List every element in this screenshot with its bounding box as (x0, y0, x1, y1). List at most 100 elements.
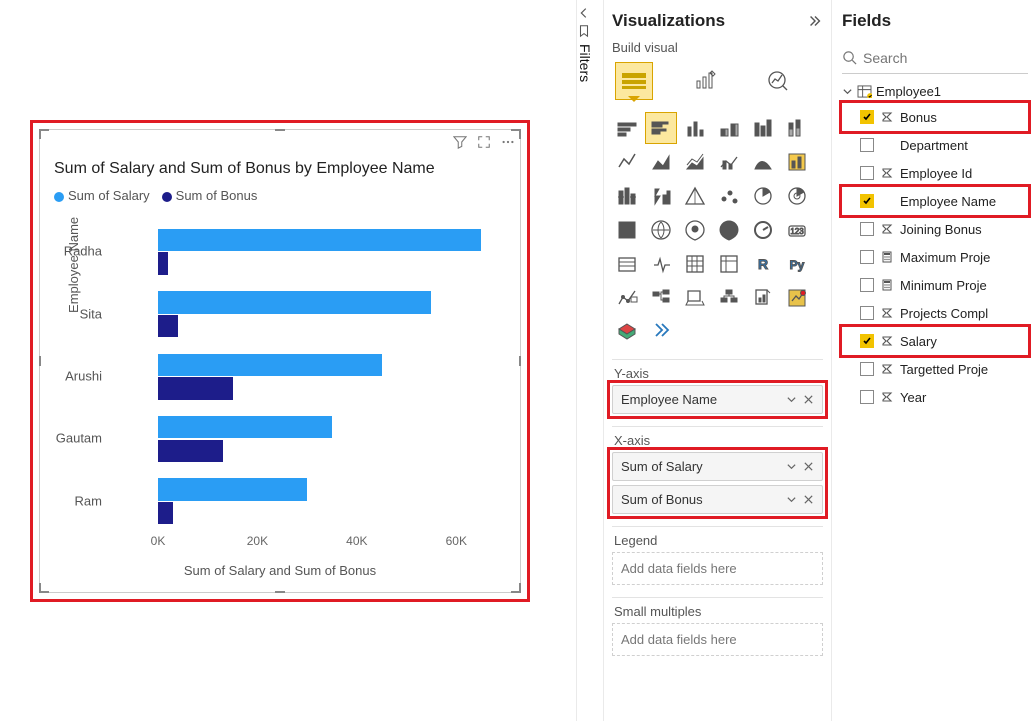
bar-salary[interactable] (158, 416, 332, 438)
viz-type-option[interactable] (714, 283, 744, 313)
field-item[interactable]: Bonus (842, 103, 1028, 131)
viz-type-option[interactable] (680, 147, 710, 177)
viz-type-option[interactable] (612, 181, 642, 211)
viz-type-option[interactable] (714, 113, 744, 143)
expand-filters-icon[interactable] (577, 6, 603, 20)
analytics-tab[interactable] (760, 63, 796, 99)
bar-salary[interactable] (158, 229, 481, 251)
resize-handle-tl[interactable] (39, 129, 49, 139)
viz-type-option[interactable] (782, 283, 812, 313)
field-item[interactable]: Targetted Proje (842, 355, 1028, 383)
viz-type-option[interactable] (612, 317, 642, 347)
viz-type-option[interactable] (646, 283, 676, 313)
x-axis-field-sum-of-salary[interactable]: Sum of Salary (612, 452, 823, 481)
x-axis-field-sum-of-bonus[interactable]: Sum of Bonus (612, 485, 823, 514)
bookmark-icon[interactable] (577, 24, 603, 38)
field-item[interactable]: Employee Id (842, 159, 1028, 187)
filters-pane-label[interactable]: Filters (577, 44, 593, 82)
field-item[interactable]: Department (842, 131, 1028, 159)
y-axis-field-employee-name[interactable]: Employee Name (612, 385, 823, 414)
more-options-icon[interactable] (500, 134, 516, 150)
bar-salary[interactable] (158, 291, 431, 313)
bar-bonus[interactable] (158, 315, 178, 337)
viz-type-option[interactable] (646, 147, 676, 177)
resize-handle-bl[interactable] (39, 583, 49, 593)
viz-type-option[interactable] (680, 249, 710, 279)
field-item[interactable]: Joining Bonus (842, 215, 1028, 243)
chevron-down-icon[interactable] (786, 394, 797, 405)
field-checkbox[interactable] (860, 222, 874, 236)
viz-type-option[interactable] (612, 215, 642, 245)
field-checkbox[interactable] (860, 362, 874, 376)
viz-type-option[interactable] (612, 283, 642, 313)
remove-field-icon[interactable] (803, 494, 814, 505)
viz-type-option[interactable] (782, 113, 812, 143)
viz-type-option[interactable] (714, 147, 744, 177)
viz-type-option[interactable] (612, 113, 642, 143)
viz-type-option[interactable] (782, 147, 812, 177)
format-visual-tab[interactable] (688, 63, 724, 99)
field-checkbox[interactable] (860, 166, 874, 180)
field-checkbox[interactable] (860, 138, 874, 152)
field-item[interactable]: Employee Name (842, 187, 1028, 215)
fields-table-employee1[interactable]: Employee1 (842, 84, 1028, 99)
field-item[interactable]: Minimum Proje (842, 271, 1028, 299)
field-item[interactable]: Projects Compl (842, 299, 1028, 327)
bar-salary[interactable] (158, 354, 382, 376)
field-checkbox[interactable] (860, 278, 874, 292)
viz-type-option[interactable] (680, 283, 710, 313)
build-visual-tab[interactable] (616, 63, 652, 99)
fields-search-input[interactable] (863, 50, 1032, 66)
field-checkbox[interactable] (860, 306, 874, 320)
chevron-down-icon[interactable] (786, 494, 797, 505)
viz-type-option[interactable] (646, 317, 676, 347)
viz-type-option[interactable] (714, 181, 744, 211)
fields-search-box[interactable] (842, 42, 1028, 74)
focus-mode-icon[interactable] (476, 134, 492, 150)
viz-type-option[interactable] (612, 147, 642, 177)
bar-salary[interactable] (158, 478, 307, 500)
field-checkbox[interactable] (860, 194, 874, 208)
field-item[interactable]: Maximum Proje (842, 243, 1028, 271)
clustered-bar-chart-visual[interactable]: Sum of Salary and Sum of Bonus by Employ… (39, 129, 521, 593)
report-canvas[interactable]: Sum of Salary and Sum of Bonus by Employ… (0, 0, 576, 721)
viz-type-option[interactable] (680, 215, 710, 245)
bar-bonus[interactable] (158, 377, 233, 399)
viz-type-option[interactable] (748, 283, 778, 313)
viz-type-option[interactable] (680, 113, 710, 143)
bar-bonus[interactable] (158, 252, 168, 274)
viz-type-option[interactable] (714, 215, 744, 245)
viz-type-option[interactable] (714, 249, 744, 279)
resize-handle-t[interactable] (275, 129, 285, 131)
chevron-down-icon[interactable] (786, 461, 797, 472)
resize-handle-r[interactable] (519, 356, 521, 366)
viz-type-option[interactable] (748, 147, 778, 177)
field-checkbox[interactable] (860, 390, 874, 404)
resize-handle-l[interactable] (39, 356, 41, 366)
filters-pane-collapsed[interactable]: Filters (576, 0, 604, 721)
viz-type-option[interactable] (782, 181, 812, 211)
field-checkbox[interactable] (860, 110, 874, 124)
legend-field-well[interactable]: Add data fields here (612, 552, 823, 585)
filter-icon[interactable] (452, 134, 468, 150)
viz-type-option[interactable] (680, 181, 710, 211)
viz-type-option[interactable] (646, 181, 676, 211)
viz-type-option[interactable] (646, 113, 676, 143)
viz-type-option[interactable] (612, 249, 642, 279)
resize-handle-br[interactable] (511, 583, 521, 593)
bar-bonus[interactable] (158, 440, 223, 462)
field-checkbox[interactable] (860, 334, 874, 348)
viz-type-option[interactable] (646, 249, 676, 279)
field-item[interactable]: Year (842, 383, 1028, 411)
field-checkbox[interactable] (860, 250, 874, 264)
viz-type-option[interactable] (748, 181, 778, 211)
viz-type-option[interactable] (646, 215, 676, 245)
bar-bonus[interactable] (158, 502, 173, 524)
viz-type-option[interactable]: Py (782, 249, 812, 279)
viz-type-option[interactable] (748, 215, 778, 245)
collapse-viz-pane-icon[interactable] (807, 14, 823, 28)
remove-field-icon[interactable] (803, 461, 814, 472)
viz-type-option[interactable]: R (748, 249, 778, 279)
viz-type-option[interactable]: 123 (782, 215, 812, 245)
field-item[interactable]: Salary (842, 327, 1028, 355)
